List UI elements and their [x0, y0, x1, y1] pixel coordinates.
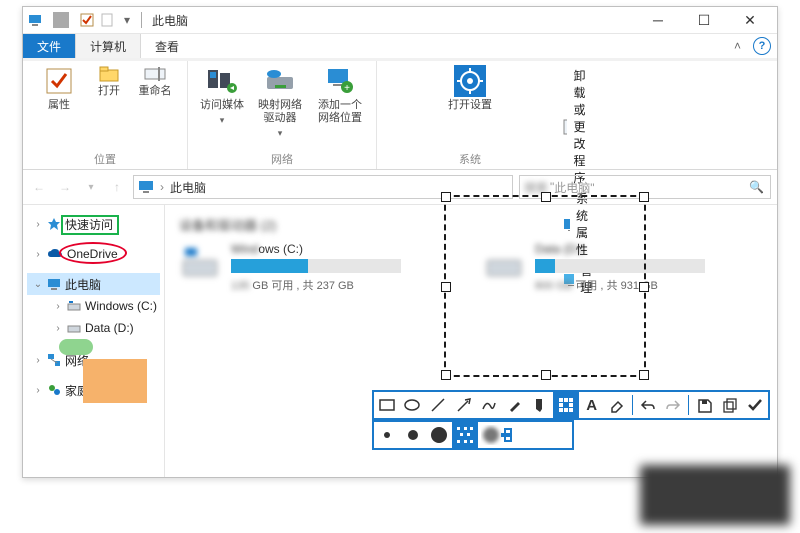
snip-toolbar-shapes: A [372, 390, 770, 420]
address-path: 此电脑 [170, 179, 206, 196]
ribbon-group-system: 打开设置 系统 卸载或更改程序 系统属性 管理 [377, 61, 593, 169]
blur-preview-icon [478, 422, 518, 448]
qat-dropdown-icon[interactable]: ▾ [119, 12, 135, 28]
access-media-button[interactable]: 访问媒体 ▾ [198, 65, 246, 127]
ribbon-group-location: 属性 打开 重命名 位置 [23, 61, 188, 169]
maximize-button[interactable]: ☐ [681, 7, 727, 33]
undo-button[interactable] [635, 392, 661, 418]
open-settings-button[interactable]: 打开设置 [446, 65, 494, 112]
annotation-quick-access-box [61, 215, 119, 235]
nav-drive-d[interactable]: › Data (D:) [27, 317, 160, 339]
search-placeholder: 此电脑" [554, 179, 594, 196]
checkbox-icon[interactable] [79, 12, 95, 28]
uninstall-programs-link[interactable]: 卸载或更改程序 [563, 67, 597, 186]
annotation-onedrive-circle [59, 242, 127, 264]
address-bar-row: ← → ▾ ↑ › 此电脑 搜索 "此电脑" 🔍 [23, 170, 777, 205]
tool-arrow[interactable] [451, 392, 477, 418]
drive-icon [67, 300, 81, 312]
nav-this-pc[interactable]: ⌄ 此电脑 [27, 273, 160, 295]
drive-item[interactable]: Windows (C:) 135 GB 可用 , 共 237 GB [179, 242, 459, 293]
collapse-ribbon-icon[interactable]: ˄ [734, 39, 741, 53]
watermark [640, 465, 790, 525]
doc-icon[interactable] [99, 12, 115, 28]
quick-access-toolbar: ▾ [27, 12, 135, 28]
screenshot-selection-marquee[interactable] [444, 195, 646, 377]
search-icon[interactable]: 🔍 [749, 180, 764, 194]
separator [141, 12, 142, 28]
tool-text[interactable]: A [579, 392, 605, 418]
tool-eraser[interactable] [604, 392, 630, 418]
ribbon-group-label: 位置 [31, 147, 179, 169]
monitor-icon [47, 277, 61, 291]
drive-icon [179, 242, 221, 284]
star-icon [47, 217, 61, 231]
title-bar: ▾ 此电脑 ─ ☐ ✕ [23, 7, 777, 34]
ribbon-group-label: 网络 [196, 147, 368, 169]
close-button[interactable]: ✕ [727, 7, 773, 33]
snip-toolbar-size [372, 420, 574, 450]
separator [53, 12, 69, 28]
tool-line[interactable] [425, 392, 451, 418]
confirm-button[interactable] [743, 392, 769, 418]
drive-icon [67, 322, 81, 334]
add-location-button[interactable]: + 添加一个网络位置 [314, 65, 366, 125]
ribbon: 属性 打开 重命名 位置 [23, 61, 777, 170]
forward-button[interactable]: → [55, 177, 75, 197]
window-title: 此电脑 [152, 12, 188, 29]
ribbon-tabs: 文件 计算机 查看 ˄ ? [23, 34, 777, 61]
properties-button[interactable]: 属性 [35, 65, 83, 112]
up-button[interactable]: ↑ [107, 177, 127, 197]
tab-file[interactable]: 文件 [23, 34, 75, 58]
back-button[interactable]: ← [29, 177, 49, 197]
tab-computer[interactable]: 计算机 [75, 34, 141, 58]
history-dropdown[interactable]: ▾ [81, 177, 101, 197]
tab-view[interactable]: 查看 [141, 34, 193, 58]
mosaic-pattern[interactable] [452, 422, 478, 448]
tool-mosaic[interactable] [553, 392, 579, 418]
ribbon-group-label: 系统 [385, 147, 555, 169]
copy-button[interactable] [717, 392, 743, 418]
minimize-button[interactable]: ─ [635, 7, 681, 33]
save-button[interactable] [691, 392, 717, 418]
map-drive-button[interactable]: 映射网络驱动器 ▾ [254, 65, 306, 140]
open-button[interactable]: 打开 [91, 65, 127, 98]
annotation-network-highlight [59, 339, 93, 355]
redo-button[interactable] [661, 392, 687, 418]
nav-drive-c[interactable]: › Windows (C:) [27, 295, 160, 317]
tool-ellipse[interactable] [400, 392, 426, 418]
brush-size-large[interactable] [426, 422, 452, 448]
brush-size-medium[interactable] [400, 422, 426, 448]
network-icon [47, 353, 61, 367]
svg-text:+: + [344, 83, 350, 94]
tool-marker[interactable] [528, 392, 554, 418]
usage-bar [231, 259, 401, 273]
ribbon-group-network: 访问媒体 ▾ 映射网络驱动器 ▾ + 添加一个网络位置 网络 [188, 61, 377, 169]
monitor-icon [138, 179, 154, 195]
tool-rectangle[interactable] [374, 392, 400, 418]
monitor-icon [27, 12, 43, 28]
rename-button[interactable]: 重命名 [135, 65, 175, 98]
brush-size-small[interactable] [374, 422, 400, 448]
tool-freehand[interactable] [476, 392, 502, 418]
help-icon[interactable]: ? [753, 37, 771, 55]
homegroup-icon [47, 383, 61, 397]
tool-pencil[interactable] [502, 392, 528, 418]
annotation-orange-box [83, 359, 147, 403]
